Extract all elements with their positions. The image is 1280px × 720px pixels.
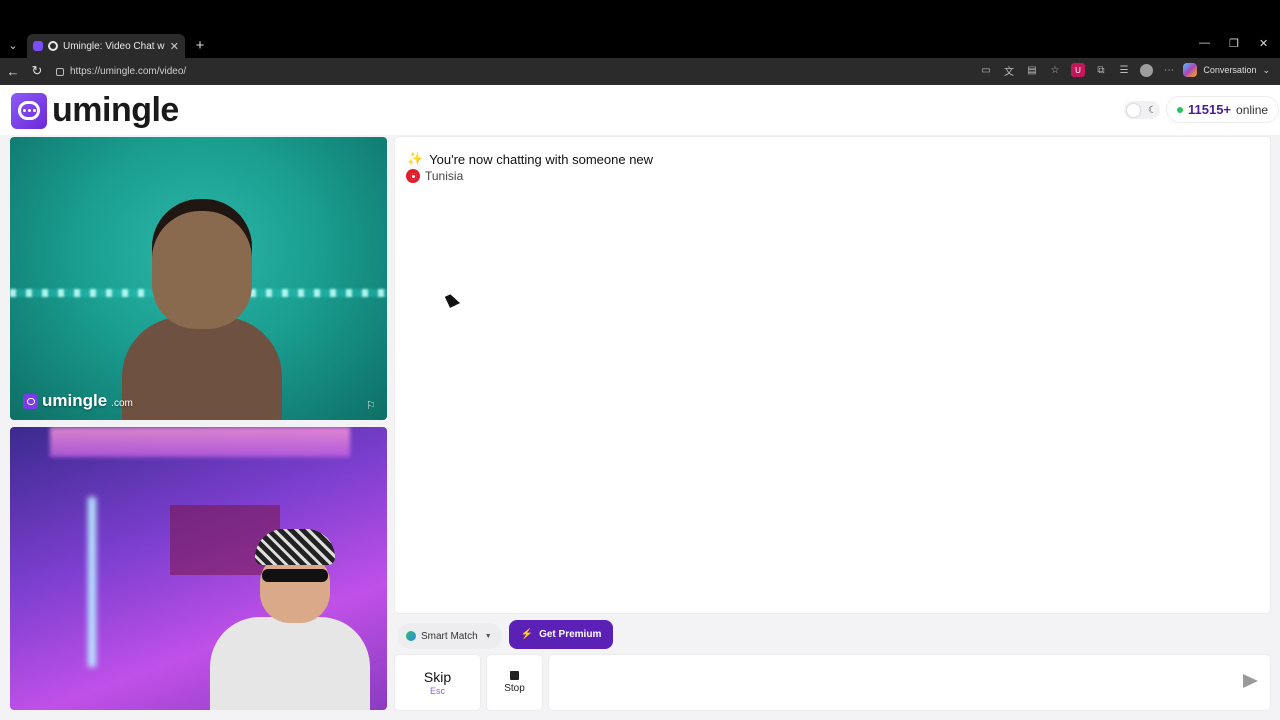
browser-toolbar-icons: ▭ 文 ▤ ☆ U ⧉ ☰ ⋯ xyxy=(979,63,1176,78)
tunisia-flag-icon xyxy=(406,169,420,183)
more-menu-icon[interactable]: ⋯ xyxy=(1162,63,1176,77)
translate-icon[interactable]: 文 xyxy=(1002,63,1016,78)
lock-icon xyxy=(56,67,64,76)
report-flag-icon[interactable]: ⚐ xyxy=(366,399,378,412)
smart-match-label: Smart Match xyxy=(421,630,478,642)
url-field[interactable]: https://umingle.com/video/ xyxy=(56,63,186,80)
sparkles-icon: ✨ xyxy=(407,151,424,166)
skip-label: Skip xyxy=(423,669,452,685)
caret-down-icon: ▼ xyxy=(484,632,492,640)
chevron-down-icon: ⌄ xyxy=(1262,64,1270,75)
get-premium-button[interactable]: ⚡ Get Premium xyxy=(509,620,613,649)
copilot-button[interactable]: Conversation ⌄ xyxy=(1183,63,1270,77)
message-input[interactable] xyxy=(549,655,1229,710)
favorites-list-icon[interactable]: ☰ xyxy=(1117,63,1131,77)
copilot-label: Conversation xyxy=(1203,65,1257,75)
stop-label: Stop xyxy=(504,683,525,694)
self-figure xyxy=(210,529,370,710)
url-text: https://umingle.com/video/ xyxy=(70,66,187,77)
watermark-logo-icon xyxy=(23,393,38,409)
reader-icon[interactable]: ▤ xyxy=(1025,63,1039,77)
restore-button[interactable]: ❐ xyxy=(1229,37,1239,50)
umingle-favicon-icon xyxy=(33,41,43,51)
self-video xyxy=(10,427,387,710)
copilot-icon xyxy=(1183,63,1198,77)
lightning-icon: ⚡ xyxy=(520,629,534,640)
site-header: umingle ☾ 11515+ online xyxy=(0,85,1280,135)
status-message: You're now chatting with someone new xyxy=(429,151,654,167)
watermark-suffix: .com xyxy=(111,398,133,409)
moon-icon: ☾ xyxy=(1148,104,1157,116)
stranger-video: umingle .com ⚐ xyxy=(10,137,387,420)
ceiling-light xyxy=(50,427,350,457)
browser-tab-umingle[interactable]: Umingle: Video Chat with Stra ✕ xyxy=(27,34,185,58)
stranger-figure xyxy=(122,199,282,420)
send-arrow-icon[interactable] xyxy=(1243,674,1258,688)
online-counter: 11515+ online xyxy=(1167,97,1279,122)
back-arrow-icon[interactable]: ← xyxy=(4,62,22,80)
extensions-puzzle-icon[interactable]: ⧉ xyxy=(1094,63,1108,77)
brand-logo[interactable]: umingle xyxy=(11,91,179,130)
message-composer xyxy=(549,655,1270,710)
country-name: Tunisia xyxy=(425,169,464,183)
theme-toggle[interactable]: ☾ xyxy=(1124,101,1160,119)
tab-title: Umingle: Video Chat with Stra xyxy=(63,40,165,52)
video-watermark: umingle .com xyxy=(23,391,133,411)
chat-bubble-logo-icon xyxy=(11,92,47,129)
stranger-country: Tunisia xyxy=(406,169,463,183)
browser-tabbar: ⌄ Umingle: Video Chat with Stra ✕ + — ❐ … xyxy=(0,0,1280,58)
online-dot-icon xyxy=(1177,106,1183,113)
stop-button[interactable]: Stop xyxy=(487,655,542,710)
chat-status: ✨ You're now chatting with someone new xyxy=(407,151,653,167)
extension-shield-icon[interactable]: U xyxy=(1071,63,1085,77)
umingle-page: umingle ☾ 11515+ online umingle .com ⚐ ✨… xyxy=(0,85,1280,720)
tab-list-chevron-icon[interactable]: ⌄ xyxy=(4,36,22,54)
watermark-brand: umingle xyxy=(42,391,108,410)
online-label: online xyxy=(1236,102,1269,117)
brand-name: umingle xyxy=(52,91,179,129)
skip-button[interactable]: Skip Esc xyxy=(395,655,480,710)
light-bar xyxy=(88,497,96,667)
online-count: 11515+ xyxy=(1188,102,1232,117)
globe-icon xyxy=(406,631,416,641)
premium-label: Get Premium xyxy=(539,629,602,640)
chat-panel: ✨ You're now chatting with someone new T… xyxy=(395,137,1270,613)
reload-icon[interactable]: ↻ xyxy=(28,62,46,80)
skip-shortcut: Esc xyxy=(429,686,445,696)
close-window-button[interactable]: ✕ xyxy=(1259,37,1268,50)
recording-icon xyxy=(48,41,58,51)
profile-avatar-icon[interactable] xyxy=(1140,63,1153,77)
camera-icon[interactable]: ▭ xyxy=(979,63,993,77)
minimize-button[interactable]: — xyxy=(1199,37,1210,49)
toggle-knob xyxy=(1127,103,1140,117)
stop-square-icon xyxy=(510,671,519,680)
smart-match-dropdown[interactable]: Smart Match ▼ xyxy=(398,623,502,649)
favorite-star-icon[interactable]: ☆ xyxy=(1048,63,1062,77)
browser-address-bar: ← ↻ https://umingle.com/video/ ▭ 文 ▤ ☆ U… xyxy=(0,58,1280,85)
new-tab-button[interactable]: + xyxy=(192,36,208,54)
tab-close-icon[interactable]: ✕ xyxy=(170,40,179,53)
